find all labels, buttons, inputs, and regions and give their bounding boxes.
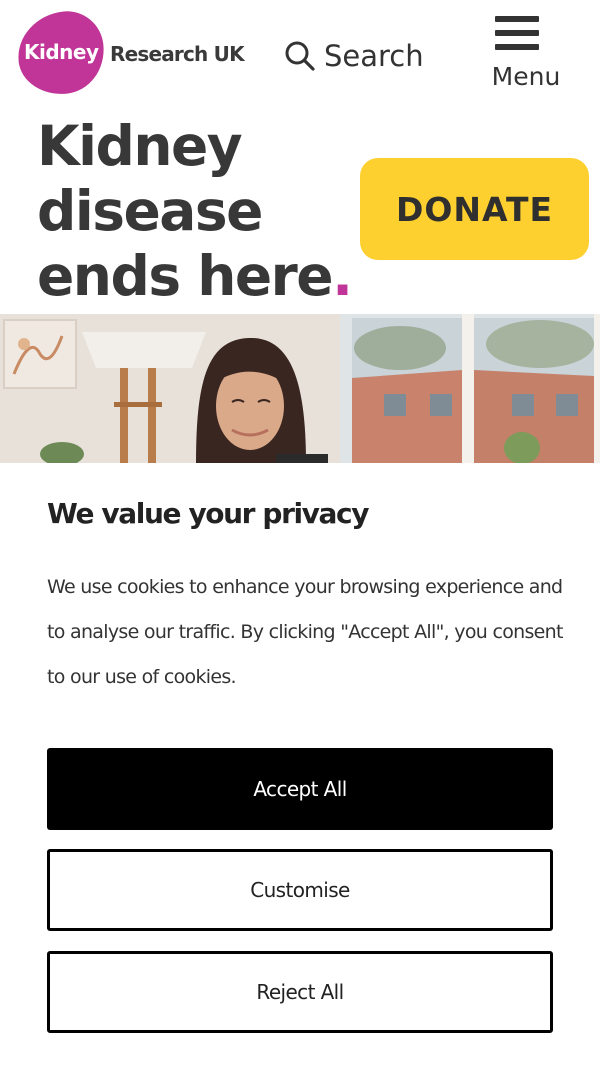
- hero-title-line-2: disease: [37, 179, 263, 243]
- search-button[interactable]: Search: [284, 36, 424, 76]
- logo-wordmark-text: Research UK: [110, 42, 245, 66]
- logo-mark-text: Kidney: [24, 40, 99, 64]
- search-label: Search: [324, 39, 424, 73]
- customise-button[interactable]: Customise: [47, 849, 553, 931]
- site-header: Kidney Research UK Search Menu: [0, 0, 600, 100]
- donate-button[interactable]: DONATE: [360, 158, 589, 260]
- hero-title-line-1: Kidney: [37, 114, 243, 178]
- reject-all-button[interactable]: Reject All: [47, 951, 553, 1033]
- search-icon: [285, 41, 315, 71]
- menu-label: Menu: [491, 62, 561, 91]
- hero-photo: [0, 314, 600, 464]
- hero-title-line-3-text: ends here: [37, 244, 334, 308]
- cookie-banner-title: We value your privacy: [47, 497, 369, 530]
- hero-title: Kidney disease ends here.: [37, 114, 353, 309]
- donate-label: DONATE: [395, 189, 554, 229]
- cookie-banner-body: We use cookies to enhance your browsing …: [47, 576, 563, 688]
- kidney-research-uk-logo[interactable]: Kidney Research UK: [13, 7, 248, 99]
- hero-title-dot: .: [332, 244, 353, 308]
- hero-title-line-3: ends here.: [37, 244, 353, 309]
- page: Kidney Research UK Search Menu Kidney di…: [0, 0, 600, 1065]
- accept-all-button[interactable]: Accept All: [47, 748, 553, 830]
- cookie-consent-banner: We value your privacy We use cookies to …: [0, 463, 600, 1065]
- menu-button[interactable]: Menu: [488, 16, 564, 94]
- hero-photo-illustration: [0, 314, 600, 464]
- hamburger-icon: [495, 16, 539, 56]
